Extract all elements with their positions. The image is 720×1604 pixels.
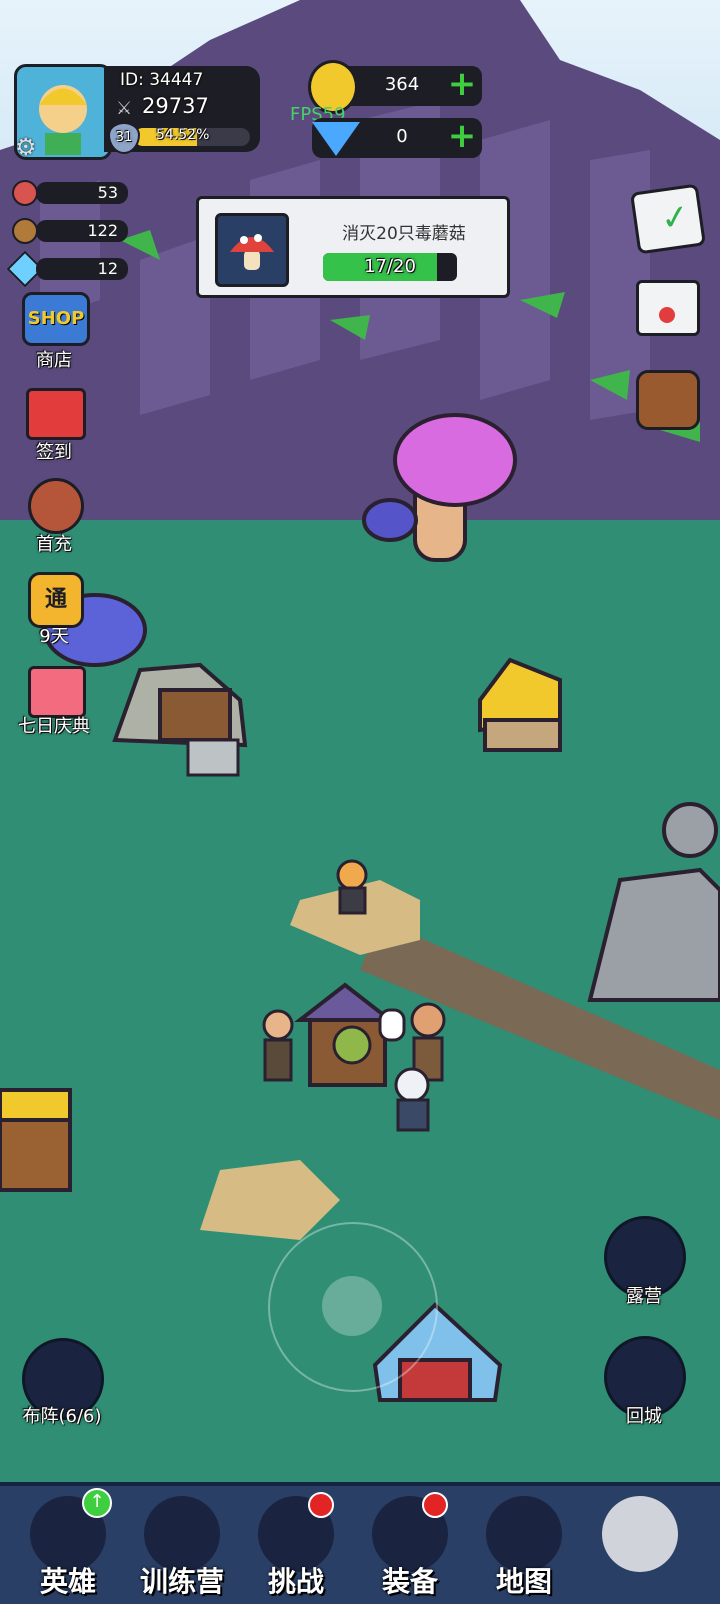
resource-meat: 53 — [12, 180, 128, 206]
tab-heroes-label: 英雄 — [39, 1565, 96, 1598]
tab-heroes[interactable]: ↑ 英雄 — [8, 1488, 128, 1600]
player-panel[interactable]: ⚙ ID: 34447 ⚔ 29737 54.52% 31 — [14, 64, 262, 161]
level-shield-icon: 31 — [108, 122, 140, 154]
tavern-building[interactable] — [294, 982, 396, 1087]
return-city-label: 回城 — [626, 1406, 662, 1427]
seven-day-celebration-label: 七日庆典 — [18, 716, 90, 737]
virtual-joystick[interactable] — [268, 1222, 438, 1392]
task-list-icon[interactable]: ✓ — [630, 183, 706, 255]
viking-hero[interactable] — [336, 859, 368, 915]
giant-mushroom — [362, 413, 517, 562]
tab-equipment-label: 装备 — [381, 1565, 438, 1598]
combat-power: 29737 — [142, 94, 209, 118]
sign-in-label: 签到 — [36, 442, 72, 463]
exp-percent: 54.52% — [156, 128, 210, 143]
tab-locked[interactable] — [580, 1496, 700, 1600]
pass-badge-text: 通 — [44, 587, 67, 612]
treasure-chest[interactable] — [0, 1088, 72, 1192]
player-level: 31 — [115, 130, 133, 145]
stone-statue[interactable] — [587, 802, 720, 1002]
exp-bar: 54.52% — [134, 128, 250, 146]
tab-challenge-label: 挑战 — [267, 1565, 324, 1598]
locked-icon — [602, 1496, 678, 1572]
poison-mushroom-icon — [215, 213, 289, 287]
tab-equipment[interactable]: 装备 — [350, 1492, 470, 1600]
wood-count: 122 — [36, 220, 128, 242]
shop-badge-text: SHOP — [27, 308, 85, 329]
tab-map[interactable]: 地图 — [464, 1496, 584, 1600]
formation-label: 布阵(6/6) — [22, 1406, 102, 1427]
tab-training-camp-label: 训练营 — [139, 1565, 224, 1598]
straw-hut[interactable] — [478, 657, 562, 752]
quest-title: 消灭20只毒蘑菇 — [342, 224, 466, 244]
quest-progress-text: 17/20 — [364, 256, 416, 277]
resource-crystal: 12 — [6, 250, 128, 288]
mine-building[interactable] — [112, 662, 248, 777]
diamond-amount: 0 — [396, 126, 408, 147]
add-diamond-button[interactable]: + — [446, 119, 478, 153]
shop-icon: SHOP — [22, 292, 90, 346]
mail-icon[interactable] — [636, 280, 700, 336]
add-gold-button[interactable]: + — [446, 67, 478, 101]
upgrade-arrow-icon: ↑ — [82, 1488, 112, 1518]
wood-icon — [12, 218, 38, 244]
avatar[interactable]: ⚙ — [14, 64, 112, 161]
meat-icon — [12, 180, 38, 206]
crystal-count: 12 — [36, 258, 128, 280]
sign-in-button[interactable]: 签到 — [14, 386, 94, 466]
resource-wood: 122 — [12, 218, 128, 244]
gift-icon — [26, 388, 86, 440]
settings-gear-icon[interactable]: ⚙ — [15, 133, 37, 161]
pass-days-label: 9天 — [39, 626, 69, 647]
shop-label: 商店 — [36, 350, 72, 371]
notification-dot — [308, 1492, 334, 1518]
mail-seal — [659, 307, 675, 323]
archer-girl-icon — [28, 478, 84, 534]
first-recharge-label: 首充 — [36, 534, 72, 555]
quest-panel[interactable]: 消灭20只毒蘑菇 17/20 — [196, 196, 510, 298]
diamond-icon — [312, 122, 360, 156]
meat-count: 53 — [36, 182, 128, 204]
player-id: ID: 34447 — [120, 70, 204, 90]
formation-button[interactable]: 布阵(6/6) — [14, 1338, 110, 1430]
gold-amount: 364 — [384, 74, 420, 95]
diamond-counter[interactable]: 0 + — [312, 118, 482, 158]
seven-day-celebration-button[interactable]: 七日庆典 — [6, 662, 102, 742]
camp-label: 露营 — [626, 1286, 662, 1307]
bottom-nav-bar: ↑ 英雄 训练营 挑战 装备 地图 — [0, 1482, 720, 1604]
shop-button[interactable]: SHOP 商店 — [14, 292, 94, 372]
pass-icon: 通 — [28, 572, 84, 628]
tab-map-label: 地图 — [495, 1565, 552, 1598]
notification-dot — [422, 1492, 448, 1518]
celebration-gift-icon — [28, 666, 86, 718]
gold-counter[interactable]: 364 + — [308, 60, 482, 114]
joystick-knob[interactable] — [322, 1276, 382, 1336]
pass-button[interactable]: 通 9天 — [14, 570, 94, 650]
first-recharge-button[interactable]: 首充 — [14, 478, 94, 558]
return-city-button[interactable]: 回城 — [604, 1336, 686, 1428]
tab-training-camp[interactable]: 训练营 — [122, 1496, 242, 1600]
bag-icon[interactable] — [636, 370, 700, 430]
tab-challenge[interactable]: 挑战 — [236, 1492, 356, 1600]
quest-progress-bar: 17/20 — [323, 253, 457, 281]
crossed-swords-icon: ⚔ — [116, 98, 133, 119]
checkmark-icon: ✓ — [658, 196, 693, 240]
camp-button[interactable]: 露营 — [604, 1216, 686, 1308]
